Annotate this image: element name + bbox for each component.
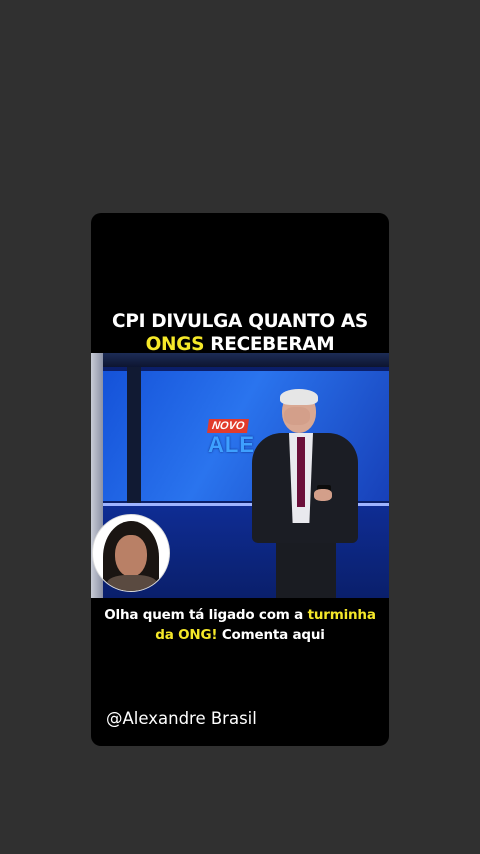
author-handle[interactable]: @Alexandre Brasil	[106, 709, 257, 729]
caption-highlight-2: da ONG!	[155, 627, 218, 643]
caption-highlight-1: turminha	[307, 607, 376, 623]
headline-line-1: CPI DIVULGA QUANTO AS	[112, 311, 368, 332]
caption-text-2: Comenta aqui	[217, 627, 325, 643]
studio-ceiling	[91, 353, 389, 367]
avatar-face	[115, 535, 147, 577]
studio-screen-frame	[127, 367, 141, 507]
post-headline: CPI DIVULGA QUANTO AS ONGS RECEBERAM	[91, 310, 389, 356]
presenter-hand-phone	[314, 489, 332, 501]
caption-text-1: Olha quem tá ligado com a	[104, 607, 308, 623]
headline-highlight: ONGS	[145, 334, 205, 355]
headline-line-2-rest: RECEBERAM	[204, 334, 335, 355]
avatar-body	[107, 575, 157, 591]
show-logo-novo: NOVO	[207, 419, 250, 433]
post-caption: Olha quem tá ligado com a turminha da ON…	[91, 605, 389, 645]
video-frame[interactable]: NOVO ALE	[91, 353, 389, 598]
caption-line-2: da ONG! Comenta aqui	[91, 625, 389, 645]
presenter-pants	[276, 541, 336, 598]
reaction-avatar	[92, 514, 170, 592]
presenter-figure	[246, 389, 366, 598]
presenter-hand	[284, 407, 310, 425]
presenter-tie	[297, 437, 305, 507]
caption-line-1: Olha quem tá ligado com a turminha	[91, 605, 389, 625]
presenter-hair	[280, 389, 318, 405]
video-post-card[interactable]: CPI DIVULGA QUANTO AS ONGS RECEBERAM NOV…	[91, 213, 389, 746]
